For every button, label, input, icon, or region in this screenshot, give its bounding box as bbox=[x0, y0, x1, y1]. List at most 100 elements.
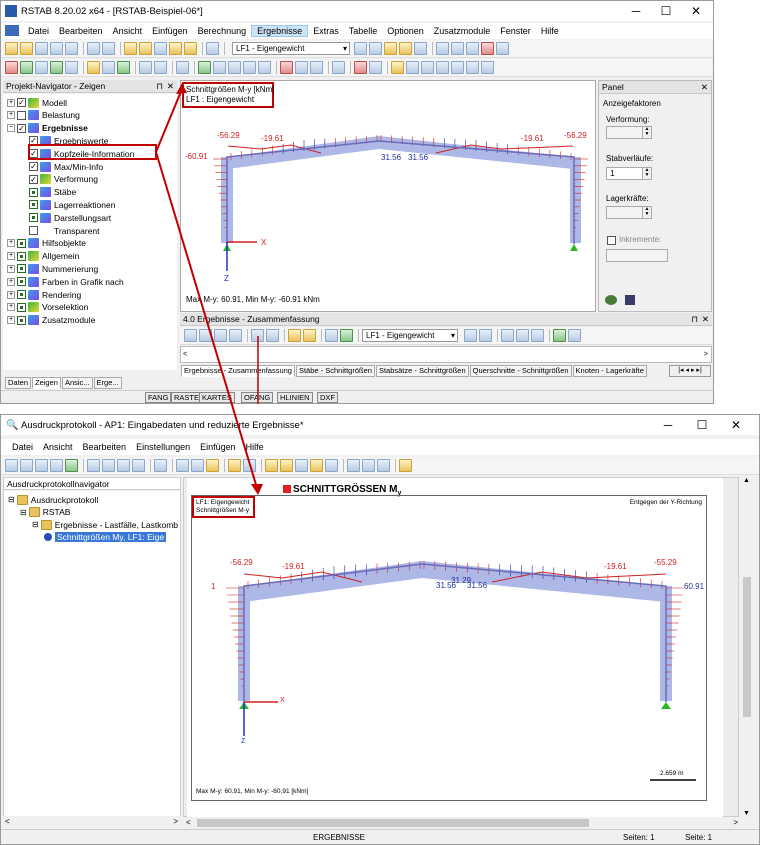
next-icon[interactable] bbox=[369, 42, 382, 55]
minimize-button[interactable]: ─ bbox=[621, 1, 651, 21]
maximize-button[interactable]: ☐ bbox=[651, 1, 681, 21]
printout-nav-item-1[interactable]: ⊟ RSTAB bbox=[20, 506, 70, 519]
tool-b-icon[interactable] bbox=[139, 42, 152, 55]
p-next-icon[interactable] bbox=[117, 459, 130, 472]
p-b-icon[interactable] bbox=[20, 459, 33, 472]
nav-tab-2[interactable]: Ansic... bbox=[61, 377, 93, 389]
p-q-icon[interactable] bbox=[362, 459, 375, 472]
r-m-icon[interactable] bbox=[531, 329, 544, 342]
menu-item-1[interactable]: Bearbeiten bbox=[54, 26, 108, 36]
nav-checkbox[interactable]: ✓ bbox=[17, 123, 26, 133]
printout-minimize-button[interactable]: ─ bbox=[653, 415, 683, 435]
nav-item-5[interactable]: +✓Max/Min-Info bbox=[19, 160, 103, 173]
nav-tab-1[interactable]: Zeigen bbox=[32, 377, 61, 389]
p-g-icon[interactable] bbox=[176, 459, 189, 472]
results-toggle-icon[interactable] bbox=[184, 42, 197, 55]
navigator-hscroll[interactable]: < > bbox=[3, 816, 181, 828]
results-loadcase-select[interactable]: LF1 - Eigengewicht bbox=[362, 329, 458, 342]
print-preview-area[interactable]: SCHNITTGRÖSSEN My LF1: Eigengewicht Schn… bbox=[183, 477, 739, 818]
grid-c-icon[interactable] bbox=[466, 42, 479, 55]
close-button[interactable]: ✕ bbox=[681, 1, 711, 21]
menu-item-8[interactable]: Optionen bbox=[382, 26, 429, 36]
nav-item-12[interactable]: + Allgemein bbox=[7, 250, 79, 263]
r-b-icon[interactable] bbox=[199, 329, 212, 342]
status-toggle-5[interactable]: DXF bbox=[317, 392, 338, 403]
nav-item-16[interactable]: + Vorselektion bbox=[7, 301, 88, 314]
t2-v-icon[interactable] bbox=[369, 61, 382, 74]
tab-nav-arrows[interactable]: |◂ ◂ ▸ ▸| bbox=[669, 365, 711, 377]
collapse-icon[interactable]: ⊟ bbox=[32, 520, 39, 529]
t2-n-icon[interactable] bbox=[228, 61, 241, 74]
r-next-icon[interactable] bbox=[479, 329, 492, 342]
incr-checkbox[interactable] bbox=[607, 236, 616, 245]
p-settings-icon[interactable] bbox=[206, 459, 219, 472]
deform-input[interactable]: ▲ ▼ bbox=[606, 126, 652, 139]
nav-item-13[interactable]: + Nummerierung bbox=[7, 262, 98, 275]
nav-checkbox[interactable] bbox=[29, 226, 38, 235]
p-c-icon[interactable] bbox=[35, 459, 48, 472]
status-toggle-2[interactable]: KARTES bbox=[199, 392, 235, 403]
printout-menu-item-1[interactable]: Ansicht bbox=[38, 442, 78, 452]
nav-checkbox[interactable] bbox=[17, 290, 26, 299]
menu-item-2[interactable]: Ansicht bbox=[108, 26, 148, 36]
t2-y-icon[interactable] bbox=[421, 61, 434, 74]
t2-aa-icon[interactable] bbox=[451, 61, 464, 74]
results-tab-4[interactable]: Knoten - Lagerkräfte bbox=[572, 365, 647, 377]
nav-checkbox[interactable] bbox=[29, 187, 38, 197]
r-f-icon[interactable] bbox=[266, 329, 279, 342]
printout-menu-item-2[interactable]: Bearbeiten bbox=[78, 442, 132, 452]
grid-d-icon[interactable] bbox=[481, 42, 494, 55]
t2-r-icon[interactable] bbox=[295, 61, 308, 74]
r-c-icon[interactable] bbox=[214, 329, 227, 342]
t2-q-icon[interactable] bbox=[280, 61, 293, 74]
lager-input[interactable]: ▲ ▼ bbox=[606, 206, 652, 219]
results-tab-2[interactable]: Stabsätze - Schnittgrößen bbox=[375, 365, 469, 377]
p-r-icon[interactable] bbox=[377, 459, 390, 472]
prev-icon[interactable] bbox=[354, 42, 367, 55]
r-prev-icon[interactable] bbox=[464, 329, 477, 342]
nav-item-10[interactable]: +Transparent bbox=[19, 224, 100, 237]
t2-s-icon[interactable] bbox=[310, 61, 323, 74]
p-h-icon[interactable] bbox=[191, 459, 204, 472]
menu-item-5[interactable]: Ergebnisse bbox=[251, 25, 309, 37]
results-close-icon[interactable]: ✕ bbox=[702, 313, 709, 325]
nav-checkbox[interactable] bbox=[17, 251, 26, 261]
printout-menu-item-5[interactable]: Hilfe bbox=[241, 442, 269, 452]
t2-k-icon[interactable] bbox=[176, 61, 189, 74]
printout-menu-item-3[interactable]: Einstellungen bbox=[131, 442, 195, 452]
r-h-icon[interactable] bbox=[303, 329, 316, 342]
status-toggle-4[interactable]: HLINIEN bbox=[277, 392, 313, 403]
expand-icon[interactable]: − bbox=[7, 124, 15, 133]
t2-w-icon[interactable] bbox=[391, 61, 404, 74]
save-icon[interactable] bbox=[35, 42, 48, 55]
tool-a-icon[interactable] bbox=[124, 42, 137, 55]
nav-checkbox[interactable] bbox=[17, 302, 26, 312]
t2-c-icon[interactable] bbox=[35, 61, 48, 74]
t2-ac-icon[interactable] bbox=[481, 61, 494, 74]
r-e-icon[interactable] bbox=[251, 329, 264, 342]
nav-item-15[interactable]: + Rendering bbox=[7, 288, 81, 301]
r-j-icon[interactable] bbox=[340, 329, 353, 342]
printout-maximize-button[interactable]: ☐ bbox=[687, 415, 717, 435]
nav-checkbox[interactable] bbox=[17, 315, 26, 325]
expand-icon[interactable]: + bbox=[7, 239, 15, 248]
open-icon[interactable] bbox=[20, 42, 33, 55]
p-o-icon[interactable] bbox=[325, 459, 338, 472]
tool-c-icon[interactable] bbox=[154, 42, 167, 55]
menu-item-3[interactable]: Einfügen bbox=[147, 26, 193, 36]
p-d-icon[interactable] bbox=[50, 459, 63, 472]
t2-p-icon[interactable] bbox=[258, 61, 271, 74]
t2-t-icon[interactable] bbox=[332, 61, 345, 74]
undo-icon[interactable] bbox=[87, 42, 100, 55]
p-n-icon[interactable] bbox=[310, 459, 323, 472]
grid-a-icon[interactable] bbox=[436, 42, 449, 55]
p-f-icon[interactable] bbox=[154, 459, 167, 472]
nav-checkbox[interactable] bbox=[17, 110, 26, 120]
nav-item-1[interactable]: + Belastung bbox=[7, 109, 80, 122]
pin-icon[interactable]: ⊓ bbox=[156, 80, 163, 92]
nav-checkbox[interactable]: ✓ bbox=[29, 136, 38, 146]
t2-b-icon[interactable] bbox=[20, 61, 33, 74]
nav-tab-0[interactable]: Daten bbox=[5, 377, 32, 389]
r-l-icon[interactable] bbox=[516, 329, 529, 342]
nav-checkbox[interactable]: ✓ bbox=[29, 162, 38, 171]
